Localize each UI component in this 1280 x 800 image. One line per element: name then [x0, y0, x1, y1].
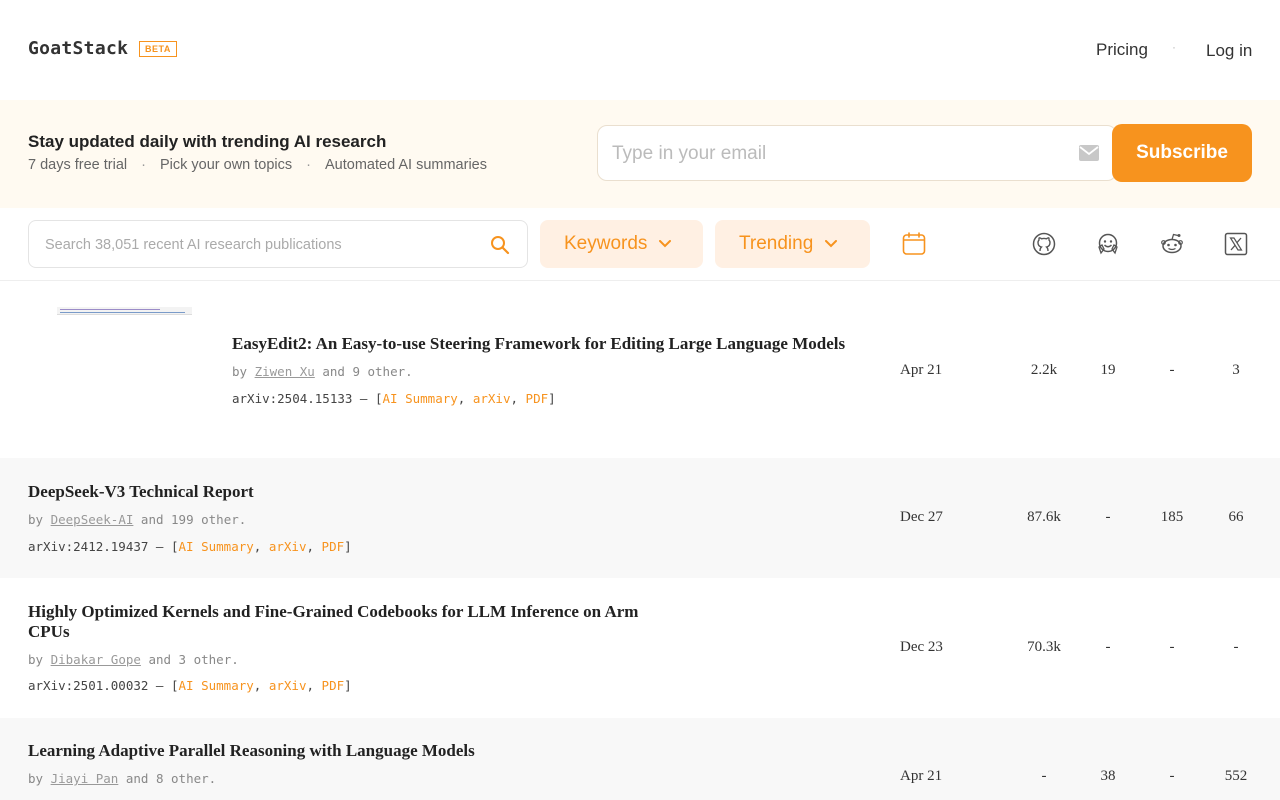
paper-authors: by Dibakar Gope and 3 other.	[28, 652, 239, 667]
github-count: -	[1041, 768, 1047, 784]
search-input[interactable]	[45, 233, 475, 257]
paper-thumbnail	[57, 307, 192, 315]
paper-title[interactable]: DeepSeek-V3 Technical Report	[28, 482, 668, 502]
feature-topics: Pick your own topics	[159, 157, 293, 173]
paper-date: Apr 21	[900, 768, 943, 784]
links-close: ]	[548, 391, 556, 406]
reddit-count: 185	[1160, 509, 1184, 525]
links-close: ]	[344, 539, 352, 554]
authors-by: by	[28, 512, 44, 527]
arxiv-link[interactable]: arXiv	[269, 539, 307, 554]
feature-summaries: Automated AI summaries	[325, 157, 487, 173]
table-row[interactable]: Highly Optimized Kernels and Fine-Graine…	[0, 578, 1280, 718]
links-close: ]	[344, 678, 352, 693]
arxiv-link[interactable]: arXiv	[269, 678, 307, 693]
github-count: 70.3k	[1027, 639, 1061, 655]
logo[interactable]: GoatStack	[28, 38, 128, 59]
pdf-link[interactable]: PDF	[526, 391, 549, 406]
paper-title[interactable]: Learning Adaptive Parallel Reasoning wit…	[28, 741, 668, 761]
arxiv-link[interactable]: arXiv	[473, 391, 511, 406]
subscribe-banner: Stay updated daily with trending AI rese…	[0, 100, 1280, 208]
reddit-count: -	[1169, 639, 1175, 655]
reddit-icon[interactable]	[1160, 232, 1184, 256]
banner-title: Stay updated daily with trending AI rese…	[28, 132, 387, 151]
paper-date: Dec 27	[900, 509, 943, 525]
top-header: GoatStack BETA Pricing · Log in	[0, 0, 1280, 100]
chevron-down-icon	[659, 240, 672, 248]
keywords-dropdown[interactable]: Keywords	[540, 220, 703, 268]
paper-date: Apr 21	[900, 362, 943, 378]
search-icon[interactable]	[490, 235, 510, 255]
search-box	[28, 220, 528, 268]
x-count: 552	[1224, 768, 1248, 784]
table-row[interactable]: DeepSeek-V3 Technical Report by DeepSeek…	[0, 458, 1280, 578]
author-link[interactable]: DeepSeek-AI	[51, 512, 134, 527]
paper-links: arXiv:2412.19437 – [AI Summary, arXiv, P…	[28, 539, 352, 554]
pdf-link[interactable]: PDF	[322, 539, 345, 554]
feature-separator: ·	[306, 157, 311, 173]
x-count: -	[1233, 639, 1239, 655]
table-row[interactable]: EasyEdit2: An Easy-to-use Steering Frame…	[0, 281, 1280, 458]
github-icon[interactable]	[1032, 232, 1056, 256]
authors-by: by	[28, 652, 44, 667]
banner-features: 7 days free trial · Pick your own topics · A…	[28, 157, 487, 173]
ai-summary-link[interactable]: AI Summary	[179, 678, 254, 693]
authors-by: by	[232, 364, 248, 379]
huggingface-count: 19	[1100, 362, 1116, 378]
table-row[interactable]: Learning Adaptive Parallel Reasoning wit…	[0, 718, 1280, 800]
author-link[interactable]: Dibakar Gope	[51, 652, 141, 667]
email-field-box	[597, 125, 1117, 181]
nav-pricing-link[interactable]: Pricing	[1096, 40, 1148, 60]
huggingface-icon[interactable]	[1096, 232, 1120, 256]
paper-authors: by DeepSeek-AI and 199 other.	[28, 512, 246, 527]
subscribe-button[interactable]: Subscribe	[1112, 124, 1252, 182]
authors-others: and 9 other.	[322, 364, 413, 379]
calendar-icon[interactable]	[902, 232, 926, 256]
author-link[interactable]: Ziwen Xu	[255, 364, 315, 379]
chevron-down-icon	[825, 240, 838, 248]
paper-links: arXiv:2501.00032 – [AI Summary, arXiv, P…	[28, 678, 352, 693]
github-count: 87.6k	[1027, 509, 1061, 525]
author-link[interactable]: Jiayi Pan	[51, 771, 119, 786]
authors-others: and 199 other.	[140, 512, 247, 527]
trending-label: Trending	[739, 233, 814, 254]
feature-separator: ·	[141, 157, 146, 173]
authors-others: and 3 other.	[148, 652, 239, 667]
paper-title[interactable]: EasyEdit2: An Easy-to-use Steering Frame…	[232, 334, 872, 354]
nav-separator: ·	[1172, 40, 1176, 54]
reddit-count: -	[1169, 362, 1175, 378]
huggingface-count: 38	[1100, 768, 1116, 784]
keywords-label: Keywords	[564, 233, 648, 254]
paper-title[interactable]: Highly Optimized Kernels and Fine-Graine…	[28, 602, 668, 642]
mail-icon	[1079, 145, 1099, 161]
huggingface-count: -	[1105, 509, 1111, 525]
x-count: 66	[1228, 509, 1244, 525]
feature-free-trial: 7 days free trial	[28, 157, 128, 173]
ai-summary-link[interactable]: AI Summary	[383, 391, 458, 406]
arxiv-id: arXiv:2412.19437 – [	[28, 539, 179, 554]
reddit-count: -	[1169, 768, 1175, 784]
trending-dropdown[interactable]: Trending	[715, 220, 870, 268]
arxiv-id: arXiv:2501.00032 – [	[28, 678, 179, 693]
arxiv-id: arXiv:2504.15133 – [	[232, 391, 383, 406]
x-icon[interactable]	[1224, 232, 1248, 256]
huggingface-count: -	[1105, 639, 1111, 655]
x-count: 3	[1232, 362, 1240, 378]
authors-others: and 8 other.	[125, 771, 217, 786]
email-field[interactable]	[612, 139, 1052, 169]
paper-authors: by Ziwen Xu and 9 other.	[232, 364, 413, 379]
ai-summary-link[interactable]: AI Summary	[179, 539, 254, 554]
nav-login-link[interactable]: Log in	[1206, 41, 1252, 61]
paper-date: Dec 23	[900, 639, 943, 655]
filter-toolbar: Keywords Trending	[0, 208, 1280, 281]
paper-authors: by Jiayi Pan and 8 other.	[28, 771, 216, 786]
beta-badge: BETA	[139, 41, 177, 57]
github-count: 2.2k	[1030, 362, 1058, 378]
paper-links: arXiv:2504.15133 – [AI Summary, arXiv, P…	[232, 391, 556, 406]
pdf-link[interactable]: PDF	[322, 678, 345, 693]
authors-by: by	[28, 771, 44, 786]
